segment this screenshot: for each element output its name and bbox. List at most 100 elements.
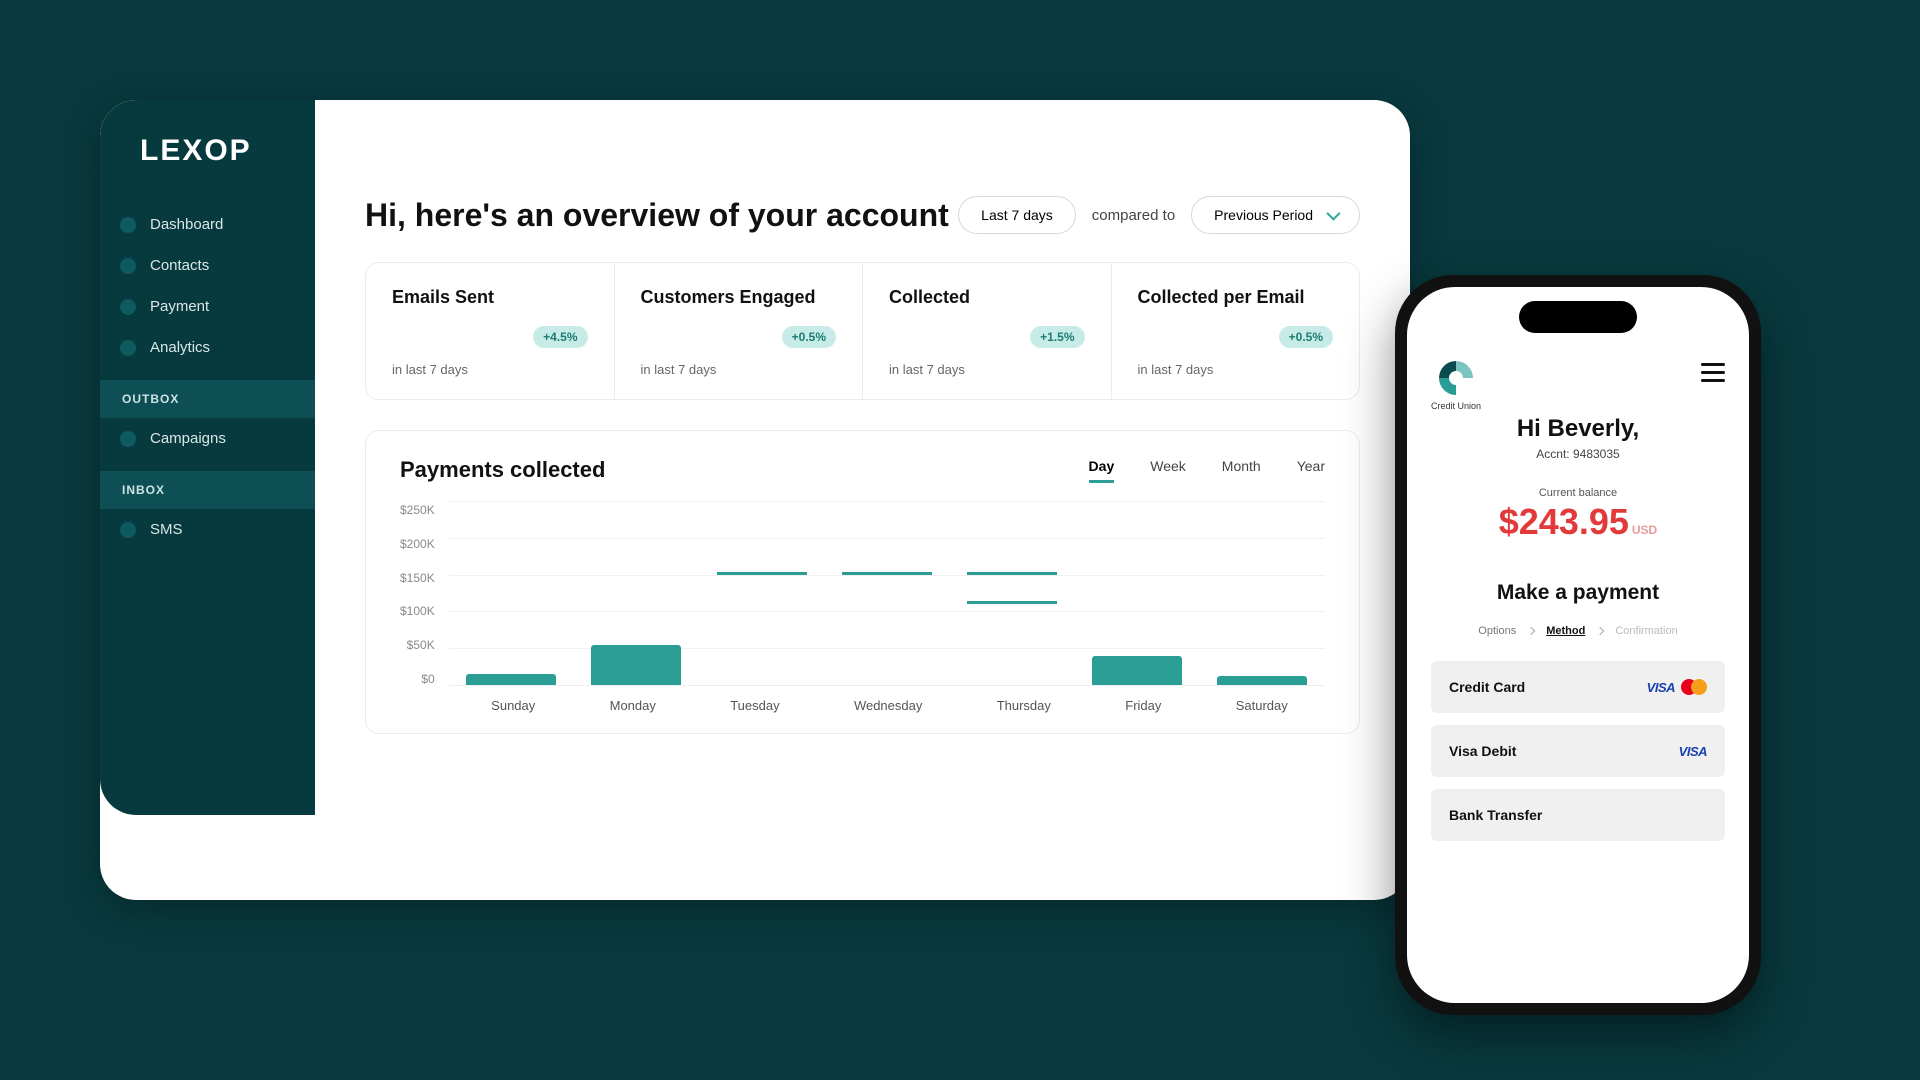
x-label: Wednesday <box>854 698 922 713</box>
dashboard-window: LEXOP Dashboard Contacts Payment Analyti… <box>100 100 1410 900</box>
x-label: Tuesday <box>730 698 779 713</box>
x-axis: Sunday Monday Tuesday Wednesday Thursday… <box>454 686 1325 713</box>
card-brands: VISA <box>1679 744 1707 759</box>
period-label: Previous Period <box>1214 207 1313 223</box>
y-tick: $250K <box>400 503 435 517</box>
sidebar-item-label: Analytics <box>150 339 210 356</box>
sidebar-section-outbox: OUTBOX <box>100 380 315 418</box>
phone-screen: Credit Union Hi Beverly, Accnt: 9483035 … <box>1407 287 1749 1003</box>
sidebar-item-label: Payment <box>150 298 209 315</box>
logo-mark-icon <box>1435 357 1477 399</box>
sidebar-item-label: Dashboard <box>150 216 223 233</box>
stat-title: Collected <box>889 287 1085 308</box>
payment-steps: Options Method Confirmation <box>1431 625 1725 637</box>
bar <box>466 674 556 685</box>
stat-sub: in last 7 days <box>889 362 1085 377</box>
x-label: Sunday <box>491 698 535 713</box>
filter-group: Last 7 days compared to Previous Period <box>958 196 1360 234</box>
sidebar-section-inbox: INBOX <box>100 471 315 509</box>
date-range-button[interactable]: Last 7 days <box>958 196 1076 234</box>
bar-column <box>839 501 934 685</box>
payment-method-label: Credit Card <box>1449 679 1525 695</box>
nav-dot-icon <box>120 258 136 274</box>
sidebar-item-sms[interactable]: SMS <box>100 509 315 550</box>
payment-method-label: Visa Debit <box>1449 743 1516 759</box>
secondary-marker <box>967 601 1057 604</box>
stat-sub: in last 7 days <box>392 362 588 377</box>
chevron-down-icon <box>1326 207 1340 221</box>
chart-plot <box>449 501 1325 686</box>
step-options[interactable]: Options <box>1478 625 1516 637</box>
chart-body: $250K $200K $150K $100K $50K $0 <box>400 501 1325 686</box>
chevron-right-icon <box>1527 627 1535 635</box>
bar <box>1217 676 1307 685</box>
nav-dot-icon <box>120 431 136 447</box>
balance-amount: $243.95USD <box>1431 501 1725 543</box>
nav-dot-icon <box>120 340 136 356</box>
bar-column <box>589 501 684 685</box>
target-marker <box>842 572 932 575</box>
logo: LEXOP <box>100 134 315 204</box>
payment-method-visa-debit[interactable]: Visa Debit VISA <box>1431 725 1725 777</box>
menu-icon[interactable] <box>1701 357 1725 382</box>
account-number: Accnt: 9483035 <box>1431 447 1725 461</box>
bar-column <box>964 501 1059 685</box>
nav-dot-icon <box>120 522 136 538</box>
sidebar-item-label: Contacts <box>150 257 209 274</box>
stat-badge: +0.5% <box>1279 326 1333 348</box>
phone-mockup: Credit Union Hi Beverly, Accnt: 9483035 … <box>1395 275 1761 1015</box>
sidebar-item-dashboard[interactable]: Dashboard <box>100 204 315 245</box>
balance-block: Current balance $243.95USD <box>1431 487 1725 543</box>
tab-year[interactable]: Year <box>1297 458 1325 483</box>
comparison-period-dropdown[interactable]: Previous Period <box>1191 196 1360 234</box>
compared-to-label: compared to <box>1092 207 1175 224</box>
step-confirmation: Confirmation <box>1615 625 1677 637</box>
y-tick: $150K <box>400 571 435 585</box>
payment-method-list: Credit Card VISA Visa Debit VISA Bank Tr… <box>1431 661 1725 841</box>
header-row: Hi, here's an overview of your account L… <box>365 196 1360 234</box>
y-tick: $50K <box>407 638 435 652</box>
chart-title: Payments collected <box>400 457 605 483</box>
tab-week[interactable]: Week <box>1150 458 1186 483</box>
sidebar: LEXOP Dashboard Contacts Payment Analyti… <box>100 100 315 815</box>
payment-method-credit-card[interactable]: Credit Card VISA <box>1431 661 1725 713</box>
stat-title: Emails Sent <box>392 287 588 308</box>
nav-dot-icon <box>120 217 136 233</box>
balance-label: Current balance <box>1431 487 1725 499</box>
date-range-label: Last 7 days <box>981 207 1053 223</box>
bar <box>591 645 681 685</box>
sidebar-item-label: SMS <box>150 521 183 538</box>
sidebar-item-analytics[interactable]: Analytics <box>100 327 315 368</box>
tab-month[interactable]: Month <box>1222 458 1261 483</box>
stat-card-collected: Collected +1.5% in last 7 days <box>863 263 1112 399</box>
chart-card: Payments collected Day Week Month Year $… <box>365 430 1360 734</box>
chart-tabs: Day Week Month Year <box>1089 458 1325 483</box>
credit-union-logo: Credit Union <box>1431 357 1481 411</box>
y-tick: $0 <box>421 672 434 686</box>
y-tick: $100K <box>400 604 435 618</box>
stat-badge: +1.5% <box>1030 326 1084 348</box>
stat-sub: in last 7 days <box>1138 362 1334 377</box>
tab-day[interactable]: Day <box>1089 458 1115 483</box>
x-label: Monday <box>610 698 656 713</box>
step-method[interactable]: Method <box>1546 625 1585 637</box>
bar-column <box>1090 501 1185 685</box>
sidebar-item-campaigns[interactable]: Campaigns <box>100 418 315 459</box>
balance-currency: USD <box>1632 523 1657 537</box>
stats-row: Emails Sent +4.5% in last 7 days Custome… <box>365 262 1360 400</box>
y-axis: $250K $200K $150K $100K $50K $0 <box>400 501 449 686</box>
logo-label: Credit Union <box>1431 401 1481 411</box>
dynamic-island <box>1519 301 1637 333</box>
payment-method-bank-transfer[interactable]: Bank Transfer <box>1431 789 1725 841</box>
sidebar-item-payment[interactable]: Payment <box>100 286 315 327</box>
payment-method-label: Bank Transfer <box>1449 807 1542 823</box>
chart-header: Payments collected Day Week Month Year <box>400 457 1325 483</box>
bar-column <box>714 501 809 685</box>
greeting-block: Hi Beverly, Accnt: 9483035 <box>1431 415 1725 461</box>
visa-icon: VISA <box>1679 744 1707 759</box>
sidebar-item-contacts[interactable]: Contacts <box>100 245 315 286</box>
y-tick: $200K <box>400 537 435 551</box>
bar <box>1092 656 1182 685</box>
bar-column <box>464 501 559 685</box>
stat-card-customers-engaged: Customers Engaged +0.5% in last 7 days <box>615 263 864 399</box>
